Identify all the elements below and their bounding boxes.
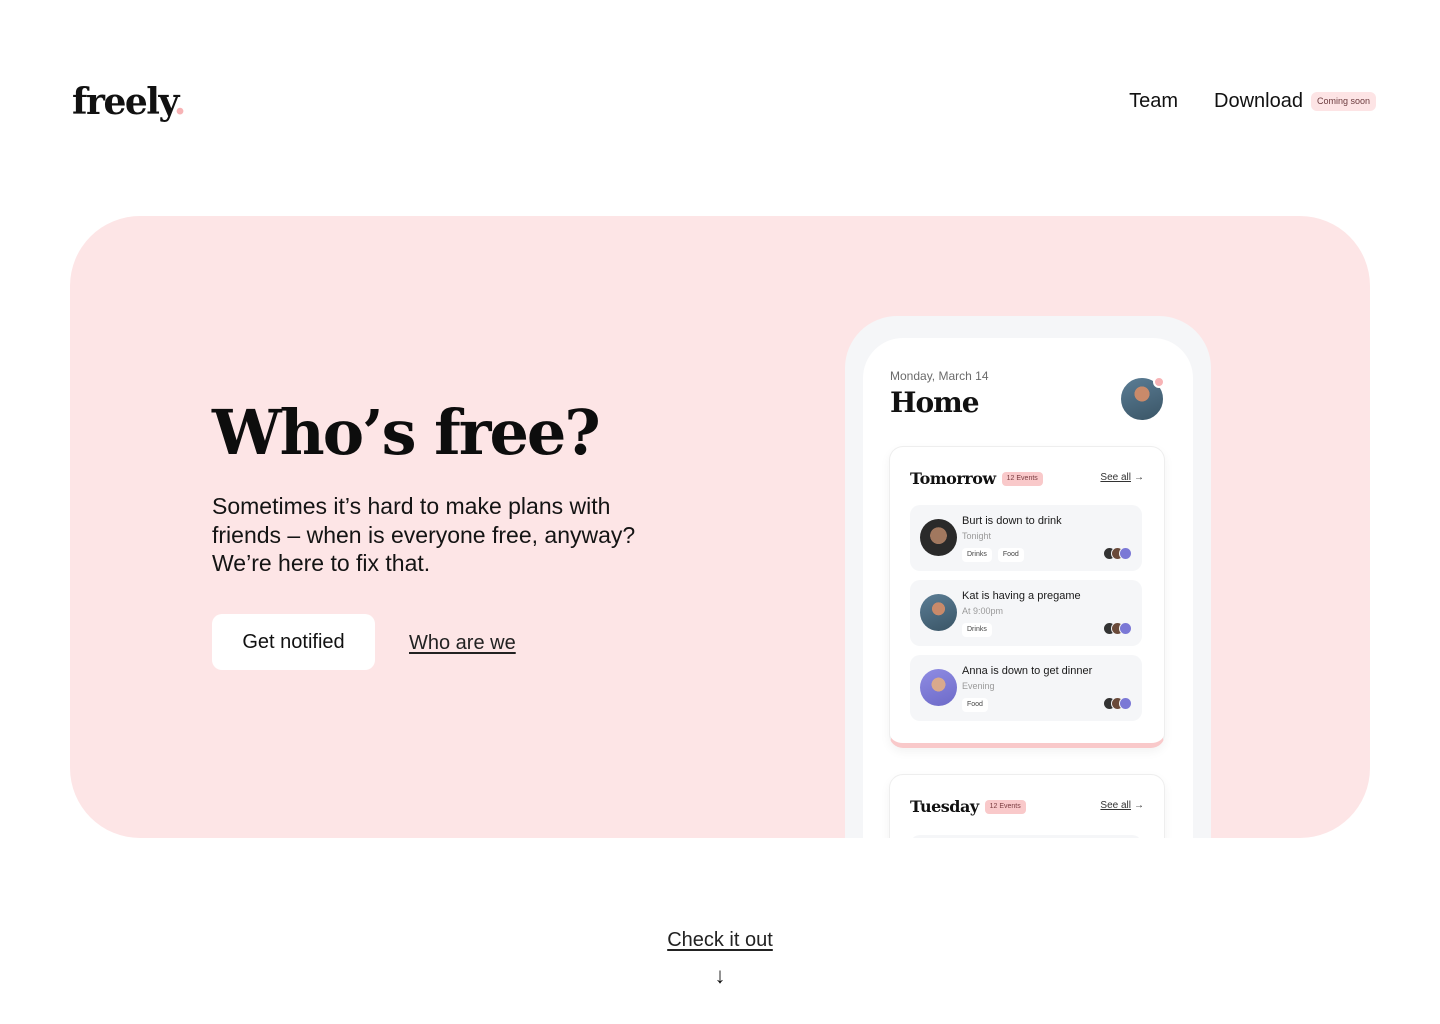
event-tags: Drinks Food — [962, 548, 1024, 562]
nav-download-link[interactable]: Download — [1214, 88, 1303, 114]
event-time: At 9:00pm — [962, 606, 1004, 616]
avatar — [920, 519, 957, 556]
nav-team-link[interactable]: Team — [1129, 88, 1178, 114]
notification-dot — [1153, 376, 1165, 388]
event-time: Evening — [962, 681, 995, 691]
tag-drinks: Drinks — [962, 548, 992, 562]
nav-download: Download Coming soon — [1214, 88, 1376, 114]
hero-headline: Who’s free? — [212, 396, 601, 469]
events-count-badge: 12 Events — [984, 800, 1026, 814]
tag-drinks: Drinks — [962, 623, 992, 637]
attendee-avatars — [1103, 697, 1132, 710]
check-it-out: Check it out — [0, 928, 1440, 952]
arrow-right-icon: → — [1134, 472, 1144, 483]
phone-mockup: Monday, March 14 Home Tomorrow 12 Events… — [845, 316, 1211, 838]
event-item[interactable]: Burt is down to drink Tonight Drinks Foo… — [910, 505, 1142, 571]
card-header: Tuesday 12 Events — [910, 797, 1026, 817]
see-all-link[interactable]: See all → — [1100, 800, 1144, 812]
event-title: Burt is down to drink — [962, 515, 1062, 527]
tomorrow-card: Tomorrow 12 Events See all → Burt is down… — [889, 446, 1165, 748]
logo[interactable]: freely. — [72, 80, 187, 124]
event-item[interactable]: Anna is down to get dinner Evening Food — [910, 655, 1142, 721]
coming-soon-badge: Coming soon — [1310, 91, 1376, 111]
hero-subtext: Sometimes it’s hard to make plans with f… — [212, 493, 636, 576]
event-title: Anna is down to get dinner — [962, 665, 1093, 677]
arrow-down-icon[interactable]: ↓ — [0, 962, 1440, 990]
see-all-label: See all — [1100, 800, 1131, 811]
attendee-avatars — [1103, 622, 1132, 635]
event-tags: Drinks — [962, 623, 992, 637]
tag-food: Food — [962, 698, 988, 712]
event-item[interactable]: Kat is having a pregame At 9:00pm Drinks — [910, 580, 1142, 646]
check-it-out-link[interactable]: Check it out — [667, 929, 773, 951]
phone-screen: Monday, March 14 Home Tomorrow 12 Events… — [863, 338, 1193, 838]
avatar — [1119, 622, 1132, 635]
see-all-link[interactable]: See all → — [1100, 472, 1144, 484]
tag-food: Food — [997, 548, 1024, 562]
arrow-right-icon: → — [1134, 800, 1144, 811]
phone-date: Monday, March 14 — [890, 369, 989, 383]
avatar — [1119, 697, 1132, 710]
get-notified-button[interactable]: Get notified — [212, 614, 375, 670]
logo-dot: . — [173, 81, 187, 123]
avatar — [920, 594, 957, 631]
event-tags: Food — [962, 698, 988, 712]
event-time: Tonight — [962, 531, 992, 541]
avatar — [1119, 547, 1132, 560]
tuesday-card: Tuesday 12 Events See all → — [889, 774, 1165, 838]
phone-home-title: Home — [890, 386, 980, 419]
hero-section: Who’s free? Sometimes it’s hard to make … — [70, 216, 1370, 838]
who-are-we-link[interactable]: Who are we — [409, 630, 516, 656]
see-all-label: See all — [1100, 472, 1131, 483]
card-header: Tomorrow 12 Events — [910, 469, 1043, 489]
avatar — [920, 669, 957, 706]
logo-text: freely — [72, 81, 175, 123]
top-nav: Team Download Coming soon — [1129, 88, 1376, 114]
attendee-avatars — [1103, 547, 1132, 560]
card-title: Tomorrow — [910, 469, 996, 488]
event-title: Kat is having a pregame — [962, 590, 1081, 602]
events-count-badge: 12 Events — [1001, 472, 1043, 486]
event-item[interactable] — [910, 835, 1142, 838]
card-title: Tuesday — [910, 797, 979, 816]
